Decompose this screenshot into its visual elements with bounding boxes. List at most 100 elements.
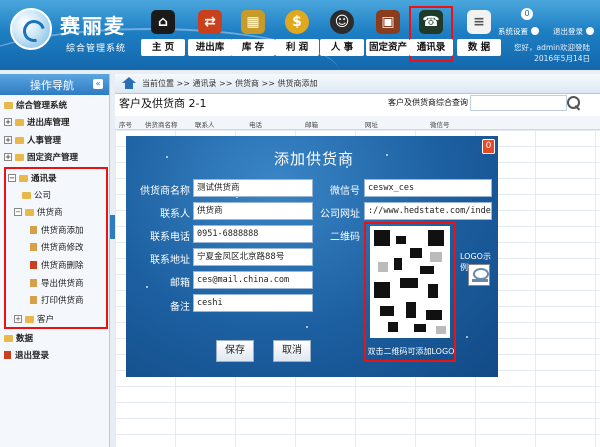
- star: [166, 156, 168, 158]
- nav-inventory-label: 库 存: [231, 39, 275, 56]
- note-input[interactable]: ceshi: [193, 294, 313, 312]
- expand-icon[interactable]: +: [4, 136, 12, 144]
- col-website: 网址: [365, 121, 378, 129]
- expand-icon[interactable]: +: [4, 153, 12, 161]
- contacts-icon: ☎: [419, 10, 443, 34]
- col-index: 序号: [119, 121, 132, 129]
- logo-icon: [10, 8, 52, 50]
- col-name: 供货商名称: [145, 121, 178, 129]
- sidebar-title: 操作导航: [30, 78, 74, 92]
- save-button[interactable]: 保存: [216, 340, 254, 362]
- nav-contacts[interactable]: ☎ 通讯录: [409, 6, 453, 62]
- contact-input[interactable]: 供货商: [193, 202, 313, 220]
- power-icon: [586, 27, 594, 35]
- logout-link[interactable]: 退出登录: [553, 26, 594, 37]
- expand-icon[interactable]: +: [4, 118, 12, 126]
- nav-personnel[interactable]: ☺ 人 事: [320, 8, 364, 60]
- dialog-title: 添加供货商: [274, 150, 355, 168]
- nav-home[interactable]: ⌂ 主 页: [141, 8, 185, 60]
- tree-root[interactable]: 综合管理系统: [4, 99, 67, 111]
- qrcode-label: 二维码: [330, 232, 360, 243]
- home-icon[interactable]: [122, 77, 136, 89]
- current-date: 2016年5月14日: [534, 54, 590, 63]
- tree-personnel[interactable]: + 人事管理: [4, 134, 61, 146]
- user-info: 您好，admin欢迎登陆 2016年5月14日: [514, 42, 590, 64]
- data-icon: ≡: [467, 10, 491, 34]
- app-header: 赛丽麦 综合管理系统 ⌂ 主 页 ⇄ 进出库 ▦ 库 存 $ 利 润 ☺ 人 事…: [0, 0, 600, 70]
- tree-label: 人事管理: [27, 136, 62, 146]
- col-phone: 电话: [249, 121, 262, 129]
- close-icon[interactable]: 0: [482, 139, 495, 154]
- system-settings-label: 系统设置: [498, 27, 528, 36]
- wechat-input[interactable]: ceswx_ces: [364, 179, 492, 197]
- nav-data[interactable]: ≡ 数 据: [457, 8, 501, 60]
- phone-input[interactable]: 0951-6888888: [193, 225, 313, 243]
- personnel-icon: ☺: [330, 10, 354, 34]
- nav-inventory[interactable]: ▦ 库 存: [231, 8, 275, 60]
- app-name: 赛丽麦: [60, 14, 126, 38]
- qrcode-caption: 双击二维码可添加LOGO: [367, 347, 455, 356]
- nav-home-label: 主 页: [141, 39, 185, 56]
- tree-label: 数据: [16, 334, 34, 344]
- folder-icon: [4, 334, 13, 342]
- page-title: 客户及供货商 2-1: [119, 97, 207, 110]
- tree-label: 退出登录: [15, 351, 50, 361]
- address-input[interactable]: 宁夏金凤区北京路88号: [193, 248, 313, 266]
- search-input[interactable]: [470, 95, 567, 111]
- exit-icon: [4, 351, 11, 359]
- sidebar-collapse-icon[interactable]: «: [93, 79, 103, 89]
- search-icon[interactable]: [565, 94, 583, 112]
- email-label: 邮箱: [170, 278, 190, 289]
- nav-inout-label: 进出库: [188, 39, 232, 56]
- assets-icon: ▣: [376, 10, 400, 34]
- tree-data[interactable]: 数据: [4, 332, 33, 344]
- col-email: 邮箱: [305, 121, 318, 129]
- note-label: 备注: [170, 302, 190, 313]
- breadcrumb: 当前位置 >> 通讯录 >> 供货商 >> 供货商添加: [115, 74, 600, 94]
- breadcrumb-text: 当前位置 >> 通讯录 >> 供货商 >> 供货商添加: [142, 79, 318, 88]
- app-subtitle: 综合管理系统: [66, 44, 127, 54]
- highlight-box: [364, 222, 456, 362]
- highlight-box: [4, 167, 108, 329]
- folder-icon: [15, 118, 24, 126]
- notification-bell-icon[interactable]: 0: [521, 8, 533, 20]
- folder-icon: [15, 136, 24, 144]
- query-label: 客户及供货商综合查询: [388, 98, 468, 107]
- profit-icon: $: [285, 10, 309, 34]
- table-header: 序号 供货商名称 联系人 电话 邮箱 网址 微信号: [115, 116, 600, 130]
- tree-label: 固定资产管理: [27, 153, 79, 163]
- folder-icon: [15, 153, 24, 161]
- nav-profit[interactable]: $ 利 润: [275, 8, 319, 60]
- cancel-button[interactable]: 取消: [273, 340, 311, 362]
- col-wechat: 微信号: [430, 121, 450, 129]
- name-label: 供货商名称: [140, 186, 190, 197]
- star: [466, 336, 468, 338]
- tree-label: 综合管理系统: [16, 101, 68, 111]
- inout-icon: ⇄: [198, 10, 222, 34]
- settings-icon: [531, 27, 539, 35]
- system-settings-link[interactable]: 系统设置: [498, 26, 539, 37]
- home-icon: ⌂: [151, 10, 175, 34]
- inventory-icon: ▦: [241, 10, 265, 34]
- tree-label: 进出库管理: [27, 118, 70, 128]
- email-input[interactable]: ces@mail.china.com: [193, 271, 313, 289]
- tree-assets[interactable]: + 固定资产管理: [4, 151, 78, 163]
- folder-icon: [4, 101, 13, 109]
- star: [306, 326, 308, 328]
- nav-assets[interactable]: ▣ 固定资产: [366, 8, 410, 60]
- tree-inout[interactable]: + 进出库管理: [4, 116, 70, 128]
- website-input[interactable]: ://www.hedstate.com/index.php: [364, 202, 492, 220]
- website-label: 公司网址: [320, 209, 360, 220]
- phone-label: 联系电话: [150, 232, 190, 243]
- col-contact: 联系人: [195, 121, 215, 129]
- nav-profit-label: 利 润: [275, 39, 319, 56]
- user-greeting: 您好，admin欢迎登陆: [514, 43, 590, 52]
- nav-data-label: 数 据: [457, 39, 501, 56]
- nav-personnel-label: 人 事: [320, 39, 364, 56]
- supplier-name-input[interactable]: 测试供货商: [193, 179, 313, 197]
- nav-assets-label: 固定资产: [366, 39, 410, 56]
- logo-sample-icon: [468, 264, 490, 286]
- tree-logout[interactable]: 退出登录: [4, 349, 49, 361]
- star: [386, 154, 388, 156]
- nav-inout[interactable]: ⇄ 进出库: [188, 8, 232, 60]
